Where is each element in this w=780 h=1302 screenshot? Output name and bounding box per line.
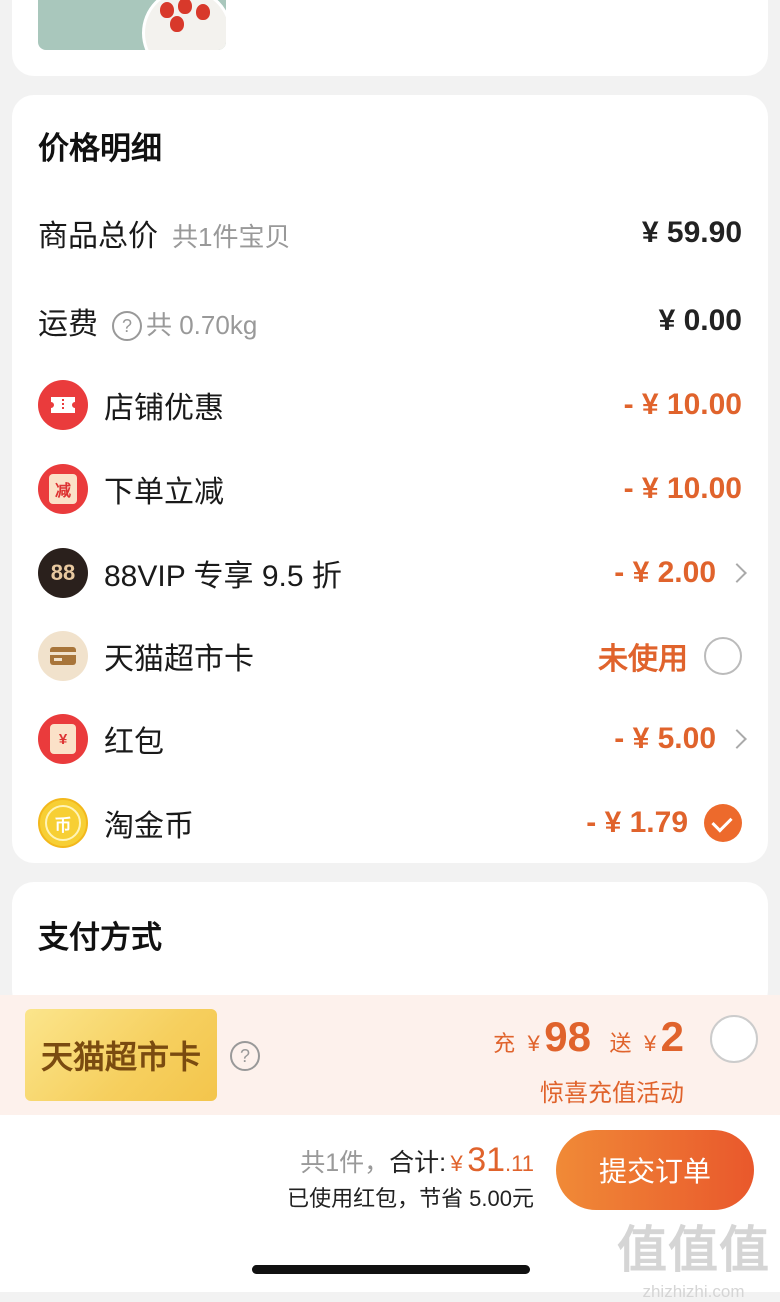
- help-icon[interactable]: ?: [230, 1041, 260, 1071]
- gift-amount: 2: [660, 1013, 684, 1060]
- coin-icon: 币: [38, 798, 88, 848]
- savings-note: 已使用红包，节省 5.00元: [287, 1186, 534, 1211]
- total-integer: 31: [467, 1141, 506, 1179]
- tmall-supermarket-card[interactable]: 天猫超市卡: [25, 1009, 217, 1101]
- recharge-offer: 充 ¥ 98 送 ¥ 2: [493, 1013, 684, 1061]
- shipping-label: 运费: [38, 308, 98, 341]
- red-packet-label: 红包: [104, 726, 164, 759]
- recharge-radio[interactable]: [710, 1015, 758, 1063]
- checkmark-icon[interactable]: [704, 804, 742, 842]
- minus-badge-icon: 减: [38, 464, 88, 514]
- coin-symbol: 币: [45, 805, 81, 841]
- store-discount-row: 店铺优惠 - ¥ 10.00: [12, 375, 768, 435]
- recharge-amount: 98: [544, 1013, 592, 1060]
- tmall-card-label: 天猫超市卡: [104, 643, 254, 676]
- order-discount-amount: - ¥ 10.00: [623, 472, 742, 505]
- currency-symbol: ¥: [527, 1031, 540, 1056]
- store-discount-amount: - ¥ 10.00: [623, 388, 742, 421]
- product-thumbnail[interactable]: [38, 0, 226, 50]
- item-count: 共1件，: [300, 1149, 390, 1177]
- red-packet-row[interactable]: ¥ 红包 - ¥ 5.00: [12, 709, 768, 769]
- goods-total-label: 商品总价: [38, 220, 158, 253]
- chevron-right-icon[interactable]: [727, 563, 747, 583]
- shipping-amount: ¥ 0.00: [658, 304, 742, 337]
- checkout-bar: 共1件，合计: ¥ 31.11 已使用红包，节省 5.00元 提交订单 值值值 …: [0, 1115, 780, 1301]
- total-line: 共1件，合计: ¥ 31.11: [300, 1141, 534, 1180]
- payment-title: 支付方式: [38, 920, 162, 955]
- product-card: [12, 0, 768, 76]
- payment-card: 支付方式: [12, 882, 768, 1012]
- tmall-card-row[interactable]: 天猫超市卡 未使用: [12, 626, 768, 686]
- strawberry-decoration: [170, 16, 184, 32]
- watermark: 值值值 zhizhizhi.com: [617, 1210, 770, 1302]
- card-icon: [38, 631, 88, 681]
- price-detail-title: 价格明细: [38, 131, 162, 166]
- vip-discount-amount: - ¥ 2.00: [614, 556, 716, 589]
- total-label: 合计:: [389, 1149, 447, 1177]
- activity-label: 惊喜充值活动: [540, 1080, 684, 1107]
- goods-count: 共1件宝贝: [172, 222, 291, 252]
- order-discount-label: 下单立减: [104, 476, 224, 509]
- gift-word: 送: [609, 1031, 632, 1056]
- taojinbi-amount: - ¥ 1.79: [586, 806, 688, 839]
- vip-discount-label: 88VIP 专享 9.5 折: [104, 560, 342, 593]
- shipping-row: 运费? 共 0.70kg ¥ 0.00: [12, 291, 768, 351]
- ticket-icon: [38, 380, 88, 430]
- submit-order-button[interactable]: 提交订单: [556, 1130, 754, 1210]
- taojinbi-label: 淘金币: [104, 810, 194, 843]
- red-packet-amount: - ¥ 5.00: [614, 722, 716, 755]
- strawberry-decoration: [196, 4, 210, 20]
- home-indicator[interactable]: [252, 1265, 530, 1274]
- tmall-card-radio[interactable]: [704, 637, 742, 675]
- store-discount-label: 店铺优惠: [104, 392, 224, 425]
- goods-total-row: 商品总价 共1件宝贝 ¥ 59.90: [12, 203, 768, 263]
- currency-symbol: ¥: [643, 1031, 657, 1056]
- tmall-card-status: 未使用: [598, 643, 688, 676]
- minus-badge-text: 减: [49, 474, 77, 504]
- total-currency: ¥: [450, 1151, 463, 1176]
- vip88-icon: 88: [38, 548, 88, 598]
- strawberry-decoration: [160, 2, 174, 18]
- chevron-right-icon[interactable]: [727, 729, 747, 749]
- order-discount-row: 减 下单立减 - ¥ 10.00: [12, 459, 768, 519]
- red-packet-icon: ¥: [38, 714, 88, 764]
- shipping-weight: 共 0.70kg: [146, 310, 258, 340]
- strawberry-decoration: [178, 0, 192, 14]
- taojinbi-row[interactable]: 币 淘金币 - ¥ 1.79: [12, 793, 768, 853]
- red-packet-symbol: ¥: [50, 724, 76, 754]
- help-icon[interactable]: ?: [112, 311, 142, 342]
- recharge-promo-bar[interactable]: 天猫超市卡 ? 充 ¥ 98 送 ¥ 2 惊喜充值活动: [0, 995, 780, 1115]
- watermark-url: zhizhizhi.com: [642, 1282, 745, 1301]
- total-decimal: .11: [505, 1151, 534, 1176]
- vip-discount-row[interactable]: 88 88VIP 专享 9.5 折 - ¥ 2.00: [12, 543, 768, 603]
- recharge-word: 充: [493, 1031, 516, 1056]
- watermark-logo: 值值值: [617, 1222, 770, 1278]
- price-detail-card: 价格明细 商品总价 共1件宝贝 ¥ 59.90 运费? 共 0.70kg ¥ 0.0…: [12, 95, 768, 863]
- goods-total-amount: ¥ 59.90: [641, 216, 742, 249]
